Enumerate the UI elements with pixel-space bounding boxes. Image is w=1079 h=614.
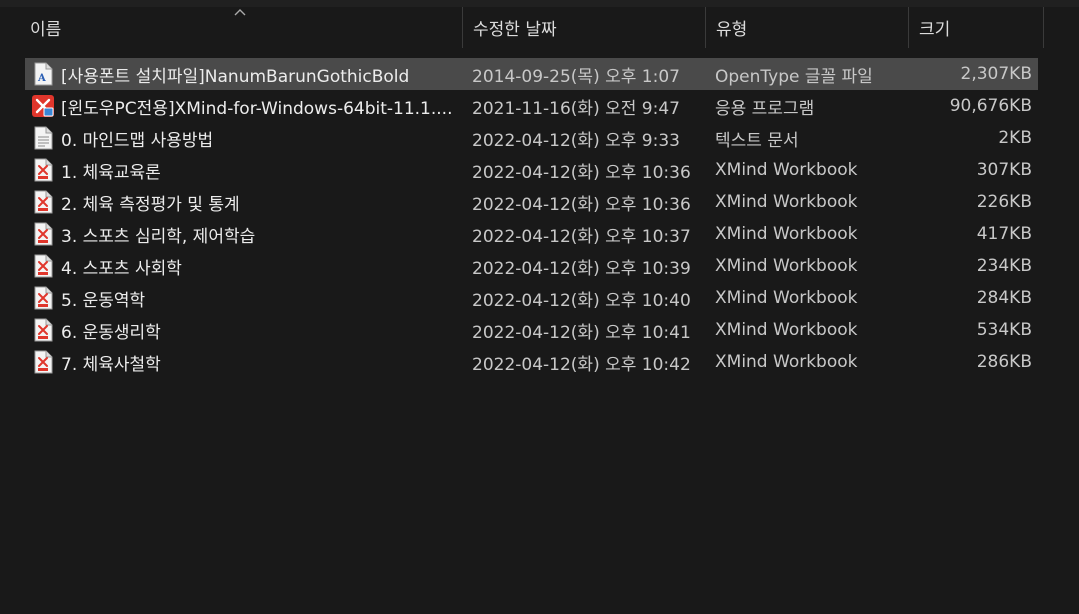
xmind-file-icon: [31, 346, 55, 378]
file-name: [윈도우PC전용]XMind-for-Windows-64bit-11.1...…: [61, 98, 453, 119]
file-name: 1. 체육교육론: [61, 162, 161, 183]
window-top-strip: [0, 0, 1079, 7]
file-modified-date: 2022-04-12(화) 오후 10:40: [472, 290, 691, 311]
file-type: XMind Workbook: [715, 256, 858, 276]
xmind-app-icon: [31, 90, 55, 122]
file-type: XMind Workbook: [715, 288, 858, 308]
file-type: XMind Workbook: [715, 192, 858, 212]
file-size: 286KB: [976, 352, 1032, 372]
file-row[interactable]: 7. 체육사철학 2022-04-12(화) 오후 10:42 XMind Work…: [25, 346, 1038, 378]
text-document-icon: [31, 122, 55, 154]
column-header-size[interactable]: 크기: [911, 7, 1043, 48]
file-row[interactable]: 1. 체육교육론 2022-04-12(화) 오후 10:36 XMind Work…: [25, 154, 1038, 186]
file-type: 텍스트 문서: [715, 130, 799, 151]
svg-text:A: A: [37, 73, 46, 84]
column-header-bar: 이름 수정한 날짜 유형 크기: [0, 7, 1079, 48]
file-modified-date: 2022-04-12(화) 오후 10:37: [472, 226, 691, 247]
column-header-type-label: 유형: [716, 20, 748, 40]
file-type: XMind Workbook: [715, 224, 858, 244]
file-size: 234KB: [976, 256, 1032, 276]
xmind-file-icon: [31, 314, 55, 346]
file-size: 226KB: [976, 192, 1032, 212]
file-name: 4. 스포츠 사회학: [61, 258, 182, 279]
file-row[interactable]: 6. 운동생리학 2022-04-12(화) 오후 10:41 XMind Work…: [25, 314, 1038, 346]
file-name: 2. 체육 측정평가 및 통계: [61, 194, 240, 215]
file-type: OpenType 글꼴 파일: [715, 66, 873, 87]
xmind-file-icon: [31, 250, 55, 282]
column-divider[interactable]: [462, 7, 463, 48]
file-row[interactable]: 3. 스포츠 심리학, 제어학습 2022-04-12(화) 오후 10:37 XM…: [25, 218, 1038, 250]
file-modified-date: 2022-04-12(화) 오후 10:36: [472, 194, 691, 215]
file-modified-date: 2022-04-12(화) 오후 10:36: [472, 162, 691, 183]
xmind-file-icon: [31, 186, 55, 218]
column-divider[interactable]: [1043, 7, 1044, 48]
file-size: 417KB: [976, 224, 1032, 244]
column-header-name[interactable]: 이름: [22, 7, 462, 48]
file-row[interactable]: [윈도우PC전용]XMind-for-Windows-64bit-11.1...…: [25, 90, 1038, 122]
file-modified-date: 2014-09-25(목) 오후 1:07: [472, 66, 680, 87]
file-size: 534KB: [976, 320, 1032, 340]
file-modified-date: 2022-04-12(화) 오후 9:33: [472, 130, 680, 151]
file-name: 3. 스포츠 심리학, 제어학습: [61, 226, 256, 247]
file-type: XMind Workbook: [715, 160, 858, 180]
column-divider[interactable]: [705, 7, 706, 48]
file-type: XMind Workbook: [715, 352, 858, 372]
column-header-date[interactable]: 수정한 날짜: [465, 7, 705, 48]
file-modified-date: 2022-04-12(화) 오후 10:39: [472, 258, 691, 279]
file-size: 2,307KB: [960, 64, 1032, 84]
file-type: XMind Workbook: [715, 320, 858, 340]
file-modified-date: 2022-04-12(화) 오후 10:41: [472, 322, 691, 343]
column-header-type[interactable]: 유형: [708, 7, 908, 48]
file-size: 90,676KB: [949, 96, 1032, 116]
file-size: 284KB: [976, 288, 1032, 308]
file-row[interactable]: A [사용폰트 설치파일]NanumBarunGothicBold 2014-09…: [25, 58, 1038, 90]
xmind-file-icon: [31, 154, 55, 186]
file-name: 6. 운동생리학: [61, 322, 161, 343]
file-row[interactable]: 5. 운동역학 2022-04-12(화) 오후 10:40 XMind Workb…: [25, 282, 1038, 314]
font-file-icon: A: [31, 58, 55, 90]
file-name: [사용폰트 설치파일]NanumBarunGothicBold: [61, 66, 410, 87]
file-modified-date: 2022-04-12(화) 오후 10:42: [472, 354, 691, 375]
file-size: 2KB: [998, 128, 1032, 148]
file-name: 5. 운동역학: [61, 290, 146, 311]
file-row[interactable]: 0. 마인드맵 사용방법 2022-04-12(화) 오후 9:33 텍스트 문서 2…: [25, 122, 1038, 154]
column-header-name-label: 이름: [30, 20, 62, 40]
file-name: 0. 마인드맵 사용방법: [61, 130, 214, 151]
file-name: 7. 체육사철학: [61, 354, 161, 375]
column-divider[interactable]: [908, 7, 909, 48]
file-row[interactable]: 2. 체육 측정평가 및 통계 2022-04-12(화) 오후 10:36 XMi…: [25, 186, 1038, 218]
column-header-date-label: 수정한 날짜: [473, 20, 557, 40]
xmind-file-icon: [31, 218, 55, 250]
file-modified-date: 2021-11-16(화) 오전 9:47: [472, 98, 680, 119]
xmind-file-icon: [31, 282, 55, 314]
file-row[interactable]: 4. 스포츠 사회학 2022-04-12(화) 오후 10:39 XMind Wo…: [25, 250, 1038, 282]
file-type: 응용 프로그램: [715, 98, 815, 119]
file-size: 307KB: [976, 160, 1032, 180]
column-header-size-label: 크기: [919, 20, 951, 40]
